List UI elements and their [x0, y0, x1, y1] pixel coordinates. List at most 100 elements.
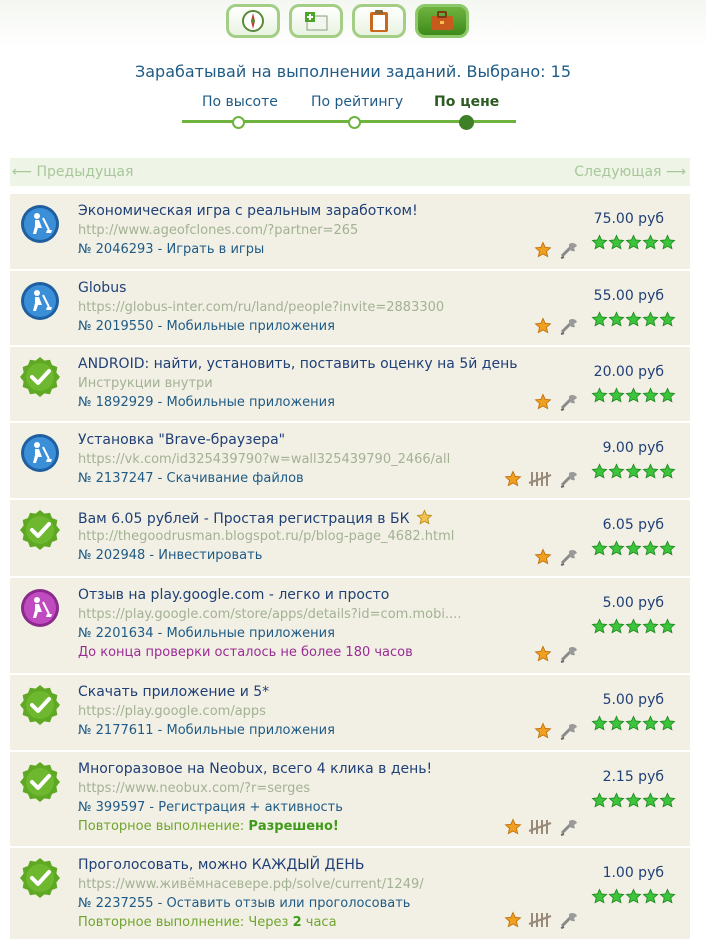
repeat-note: Повторное выполнение: Разрешено! — [78, 819, 339, 834]
sort-by-rating[interactable]: По рейтингу — [311, 94, 403, 110]
sort-by-price[interactable]: По цене — [434, 94, 499, 110]
sort-dot-price[interactable] — [459, 115, 474, 130]
task-number-category[interactable]: № 2019550 - Мобильные приложения — [78, 319, 335, 334]
hide-task-icon[interactable] — [558, 547, 580, 571]
task-title[interactable]: Отзыв на play.google.com - легко и прост… — [78, 587, 389, 603]
hide-task-icon[interactable] — [558, 644, 580, 668]
hide-task-icon[interactable] — [558, 817, 580, 841]
hide-task-icon[interactable] — [558, 910, 580, 934]
task-number-category[interactable]: № 2201634 - Мобильные приложения — [78, 626, 335, 641]
task-title[interactable]: Экономическая игра с реальным заработком… — [78, 203, 418, 219]
favorite-star-icon[interactable] — [534, 722, 552, 744]
hide-task-icon[interactable] — [558, 240, 580, 264]
rating-star-icon — [591, 888, 608, 909]
sort-dot-height[interactable] — [232, 116, 245, 129]
task-number-category[interactable]: № 2137247 - Скачивание файлов — [78, 471, 304, 486]
favorite-star-icon[interactable] — [534, 645, 552, 667]
sort-dot-rating[interactable] — [348, 116, 361, 129]
rating-star-icon — [608, 715, 625, 736]
nav-buttons — [226, 4, 469, 38]
task-title[interactable]: Установка "Brave-браузера" — [78, 432, 285, 448]
rating-star-icon — [642, 311, 659, 332]
hide-task-icon[interactable] — [558, 392, 580, 416]
task-actions — [504, 469, 580, 493]
task-row[interactable]: Скачать приложение и 5* https://play.goog… — [10, 674, 690, 750]
favorite-star-icon[interactable] — [504, 911, 522, 933]
sort-by-height[interactable]: По высоте — [202, 94, 278, 110]
task-number-category[interactable]: № 202948 - Инвестировать — [78, 548, 262, 563]
task-url: Инструкции внутри — [78, 376, 213, 391]
rating-star-icon — [625, 463, 642, 484]
favorite-star-icon[interactable] — [534, 548, 552, 570]
task-title[interactable]: Вам 6.05 рублей - Простая регистрация в … — [78, 509, 433, 530]
hide-task-icon[interactable] — [558, 316, 580, 340]
rating-star-icon — [625, 792, 642, 813]
task-number-category[interactable]: № 399597 - Регистрация + активность — [78, 800, 343, 815]
task-row[interactable]: Проголосовать, можно КАЖДЫЙ ДЕНЬ https://… — [10, 847, 690, 939]
worker-badge-icon — [20, 588, 60, 628]
rating-stars — [591, 311, 676, 332]
task-title[interactable]: Проголосовать, можно КАЖДЫЙ ДЕНЬ — [78, 857, 364, 873]
favorite-star-icon[interactable] — [504, 818, 522, 840]
clipboard-button[interactable] — [352, 4, 406, 38]
rating-star-icon — [625, 234, 642, 255]
task-price: 6.05 руб — [602, 517, 664, 533]
rating-star-icon — [642, 387, 659, 408]
task-url: http://www.ageofclones.com/?partner=265 — [78, 223, 359, 238]
task-title[interactable]: Globus — [78, 280, 126, 296]
favorite-star-icon[interactable] — [534, 241, 552, 263]
checkmark-badge-icon — [20, 685, 60, 725]
task-row[interactable]: Отзыв на play.google.com - легко и прост… — [10, 577, 690, 673]
rating-star-icon — [625, 387, 642, 408]
rating-star-icon — [659, 463, 676, 484]
rating-stars — [591, 463, 676, 484]
rating-star-icon — [608, 234, 625, 255]
favorite-star-icon[interactable] — [534, 393, 552, 415]
task-row[interactable]: Вам 6.05 рублей - Простая регистрация в … — [10, 499, 690, 576]
repeat-count-icon[interactable] — [528, 470, 552, 492]
worker-badge-icon — [20, 433, 60, 473]
rating-star-icon — [591, 463, 608, 484]
rating-stars — [591, 792, 676, 813]
rating-star-icon — [659, 888, 676, 909]
task-row[interactable]: ANDROID: найти, установить, поставить оц… — [10, 346, 690, 421]
repeat-count-icon[interactable] — [528, 911, 552, 933]
task-title[interactable]: Скачать приложение и 5* — [78, 684, 269, 700]
task-row[interactable]: Установка "Brave-браузера" https://vk.com… — [10, 422, 690, 498]
rating-star-icon — [591, 540, 608, 561]
task-row[interactable]: Экономическая игра с реальным заработком… — [10, 193, 690, 269]
rating-star-icon — [625, 715, 642, 736]
task-actions — [534, 721, 580, 745]
task-number-category[interactable]: № 1892929 - Мобильные приложения — [78, 395, 335, 410]
task-title[interactable]: ANDROID: найти, установить, поставить оц… — [78, 356, 517, 372]
task-row[interactable]: Globus https://globus-inter.com/ru/land/p… — [10, 270, 690, 345]
hide-task-icon[interactable] — [558, 721, 580, 745]
rating-stars — [591, 540, 676, 561]
rating-star-icon — [608, 888, 625, 909]
add-task-button[interactable] — [289, 4, 343, 38]
rating-star-icon — [659, 540, 676, 561]
hide-task-icon[interactable] — [558, 469, 580, 493]
rating-star-icon — [591, 387, 608, 408]
favorite-star-icon[interactable] — [504, 470, 522, 492]
briefcase-icon — [431, 11, 453, 30]
rating-stars — [591, 234, 676, 255]
checkmark-badge-icon — [20, 762, 60, 802]
task-actions — [504, 817, 580, 841]
task-title[interactable]: Многоразовое на Neobux, всего 4 клика в … — [78, 761, 432, 777]
rating-star-icon — [591, 311, 608, 332]
briefcase-button[interactable] — [415, 4, 469, 38]
repeat-count-icon[interactable] — [528, 818, 552, 840]
task-number-category[interactable]: № 2046293 - Играть в игры — [78, 242, 264, 257]
next-page-link[interactable]: Следующая ⟶ — [574, 164, 686, 180]
favorite-star-icon[interactable] — [534, 317, 552, 339]
rating-star-icon — [591, 618, 608, 639]
worker-badge-icon — [20, 281, 60, 321]
prev-page-link[interactable]: ⟵ Предыдущая — [12, 164, 133, 180]
rating-star-icon — [625, 618, 642, 639]
task-row[interactable]: Многоразовое на Neobux, всего 4 клика в … — [10, 751, 690, 846]
compass-button[interactable] — [226, 4, 280, 38]
task-number-category[interactable]: № 2177611 - Мобильные приложения — [78, 723, 335, 738]
rating-star-icon — [608, 540, 625, 561]
task-number-category[interactable]: № 2237255 - Оставить отзыв или проголосо… — [78, 896, 410, 911]
